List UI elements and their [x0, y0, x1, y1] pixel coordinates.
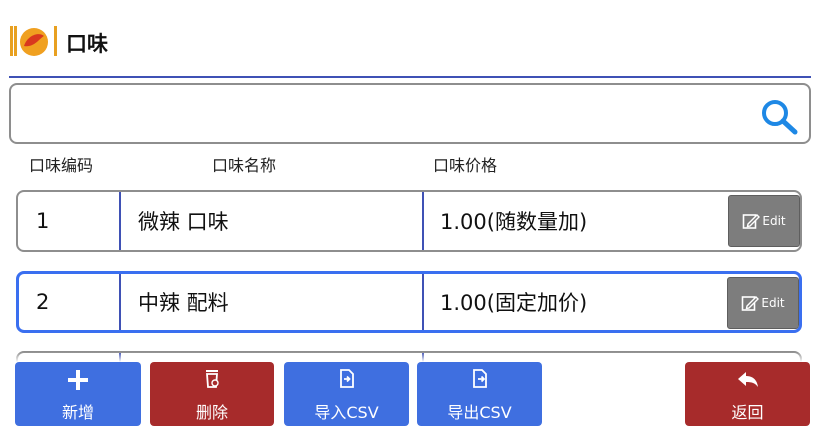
- edit-label: Edit: [762, 214, 786, 228]
- chili-plate-logo-icon: [10, 26, 57, 56]
- search-input[interactable]: [9, 83, 811, 144]
- item-name: 中辣 配料: [138, 291, 229, 315]
- item-price: 1.00(固定加价): [440, 291, 588, 315]
- reply-arrow-icon: [737, 372, 758, 387]
- delete-label: 删除: [195, 403, 228, 422]
- import-csv-label: 导入CSV: [314, 403, 379, 422]
- item-name: 微辣 口味: [138, 210, 229, 234]
- file-import-icon: [339, 369, 354, 388]
- list-item[interactable]: 2 中辣 配料 1.00(固定加价) Edit: [16, 271, 802, 333]
- column-header-code: 口味编码: [29, 156, 94, 175]
- file-export-icon: [472, 369, 487, 388]
- cell-divider: [119, 274, 121, 330]
- edit-icon: [743, 214, 761, 229]
- plus-icon: [68, 370, 88, 390]
- page-title: 口味: [66, 32, 108, 56]
- export-csv-label: 导出CSV: [447, 403, 512, 422]
- back-label: 返回: [731, 403, 764, 422]
- edit-label: Edit: [761, 296, 785, 310]
- cell-divider: [422, 192, 424, 250]
- delete-button[interactable]: 删除: [150, 362, 274, 426]
- item-code: 1: [36, 209, 50, 233]
- app-header: 口味: [0, 0, 818, 78]
- export-csv-button[interactable]: 导出CSV: [417, 362, 542, 426]
- cell-divider: [119, 192, 121, 250]
- column-header-price: 口味价格: [433, 156, 498, 175]
- edit-button[interactable]: Edit: [727, 277, 799, 329]
- edit-button[interactable]: Edit: [728, 195, 800, 247]
- import-csv-button[interactable]: 导入CSV: [284, 362, 409, 426]
- cell-divider: [422, 274, 424, 330]
- item-code: 2: [36, 290, 50, 314]
- trash-icon: [206, 370, 219, 388]
- list-item[interactable]: 1 微辣 口味 1.00(随数量加) Edit: [16, 190, 802, 252]
- search-icon[interactable]: [759, 97, 799, 137]
- add-button[interactable]: 新增: [15, 362, 141, 426]
- column-header-name: 口味名称: [212, 156, 277, 175]
- header-divider: [9, 76, 811, 78]
- item-price: 1.00(随数量加): [440, 210, 588, 234]
- edit-icon: [742, 296, 760, 311]
- add-label: 新增: [61, 403, 94, 422]
- back-button[interactable]: 返回: [685, 362, 810, 426]
